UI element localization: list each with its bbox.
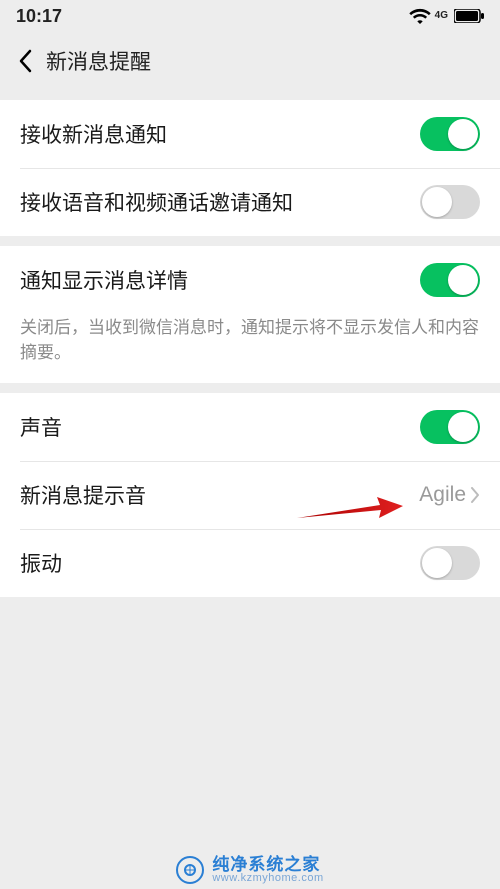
toggle-sound[interactable]: [420, 410, 480, 444]
status-bar: 10:17 4G: [0, 0, 500, 32]
row-vibrate: 振动: [0, 529, 500, 597]
toggle-receive-av[interactable]: [420, 185, 480, 219]
network-label: 4G: [435, 11, 448, 21]
watermark-logo-icon: [176, 856, 204, 884]
section-notifications: 接收新消息通知 接收语音和视频通话邀请通知: [0, 100, 500, 236]
back-button[interactable]: [10, 49, 40, 73]
watermark: 纯净系统之家 www.kzmyhome.com: [0, 856, 500, 885]
row-label: 振动: [20, 548, 62, 578]
toggle-slider: [420, 410, 480, 444]
chevron-right-icon: [470, 487, 480, 503]
section-detail: 通知显示消息详情 关闭后，当收到微信消息时，通知提示将不显示发信人和内容摘要。: [0, 246, 500, 383]
toggle-show-detail[interactable]: [420, 263, 480, 297]
row-label: 接收新消息通知: [20, 119, 167, 149]
row-receive-msg: 接收新消息通知: [0, 100, 500, 168]
toggle-receive-msg[interactable]: [420, 117, 480, 151]
wifi-icon: [409, 8, 431, 24]
row-label: 新消息提示音: [20, 480, 146, 510]
chevron-left-icon: [18, 49, 32, 73]
toggle-vibrate[interactable]: [420, 546, 480, 580]
watermark-sub: www.kzmyhome.com: [212, 873, 323, 885]
watermark-text: 纯净系统之家 www.kzmyhome.com: [212, 856, 323, 885]
section-gap: [0, 383, 500, 393]
section-sound: 声音 新消息提示音 Agile 振动: [0, 393, 500, 597]
toggle-slider: [420, 185, 480, 219]
section-gap: [0, 236, 500, 246]
row-label: 声音: [20, 412, 62, 442]
row-label: 通知显示消息详情: [20, 265, 188, 295]
section-gap: [0, 90, 500, 100]
status-indicators: 4G: [409, 8, 484, 24]
row-receive-av: 接收语音和视频通话邀请通知: [0, 168, 500, 236]
page-title: 新消息提醒: [46, 46, 151, 76]
row-msg-tone[interactable]: 新消息提示音 Agile: [0, 461, 500, 529]
row-value: Agile: [419, 483, 480, 507]
battery-icon: [454, 9, 484, 23]
toggle-slider: [420, 263, 480, 297]
watermark-main: 纯净系统之家: [212, 856, 323, 874]
msg-tone-value: Agile: [419, 483, 466, 507]
toggle-slider: [420, 117, 480, 151]
toggle-slider: [420, 546, 480, 580]
row-show-detail-desc: 关闭后，当收到微信消息时，通知提示将不显示发信人和内容摘要。: [0, 314, 500, 383]
row-show-detail: 通知显示消息详情: [0, 246, 500, 314]
row-sound: 声音: [0, 393, 500, 461]
status-time: 10:17: [16, 6, 62, 27]
row-label: 接收语音和视频通话邀请通知: [20, 187, 293, 217]
nav-bar: 新消息提醒: [0, 32, 500, 90]
